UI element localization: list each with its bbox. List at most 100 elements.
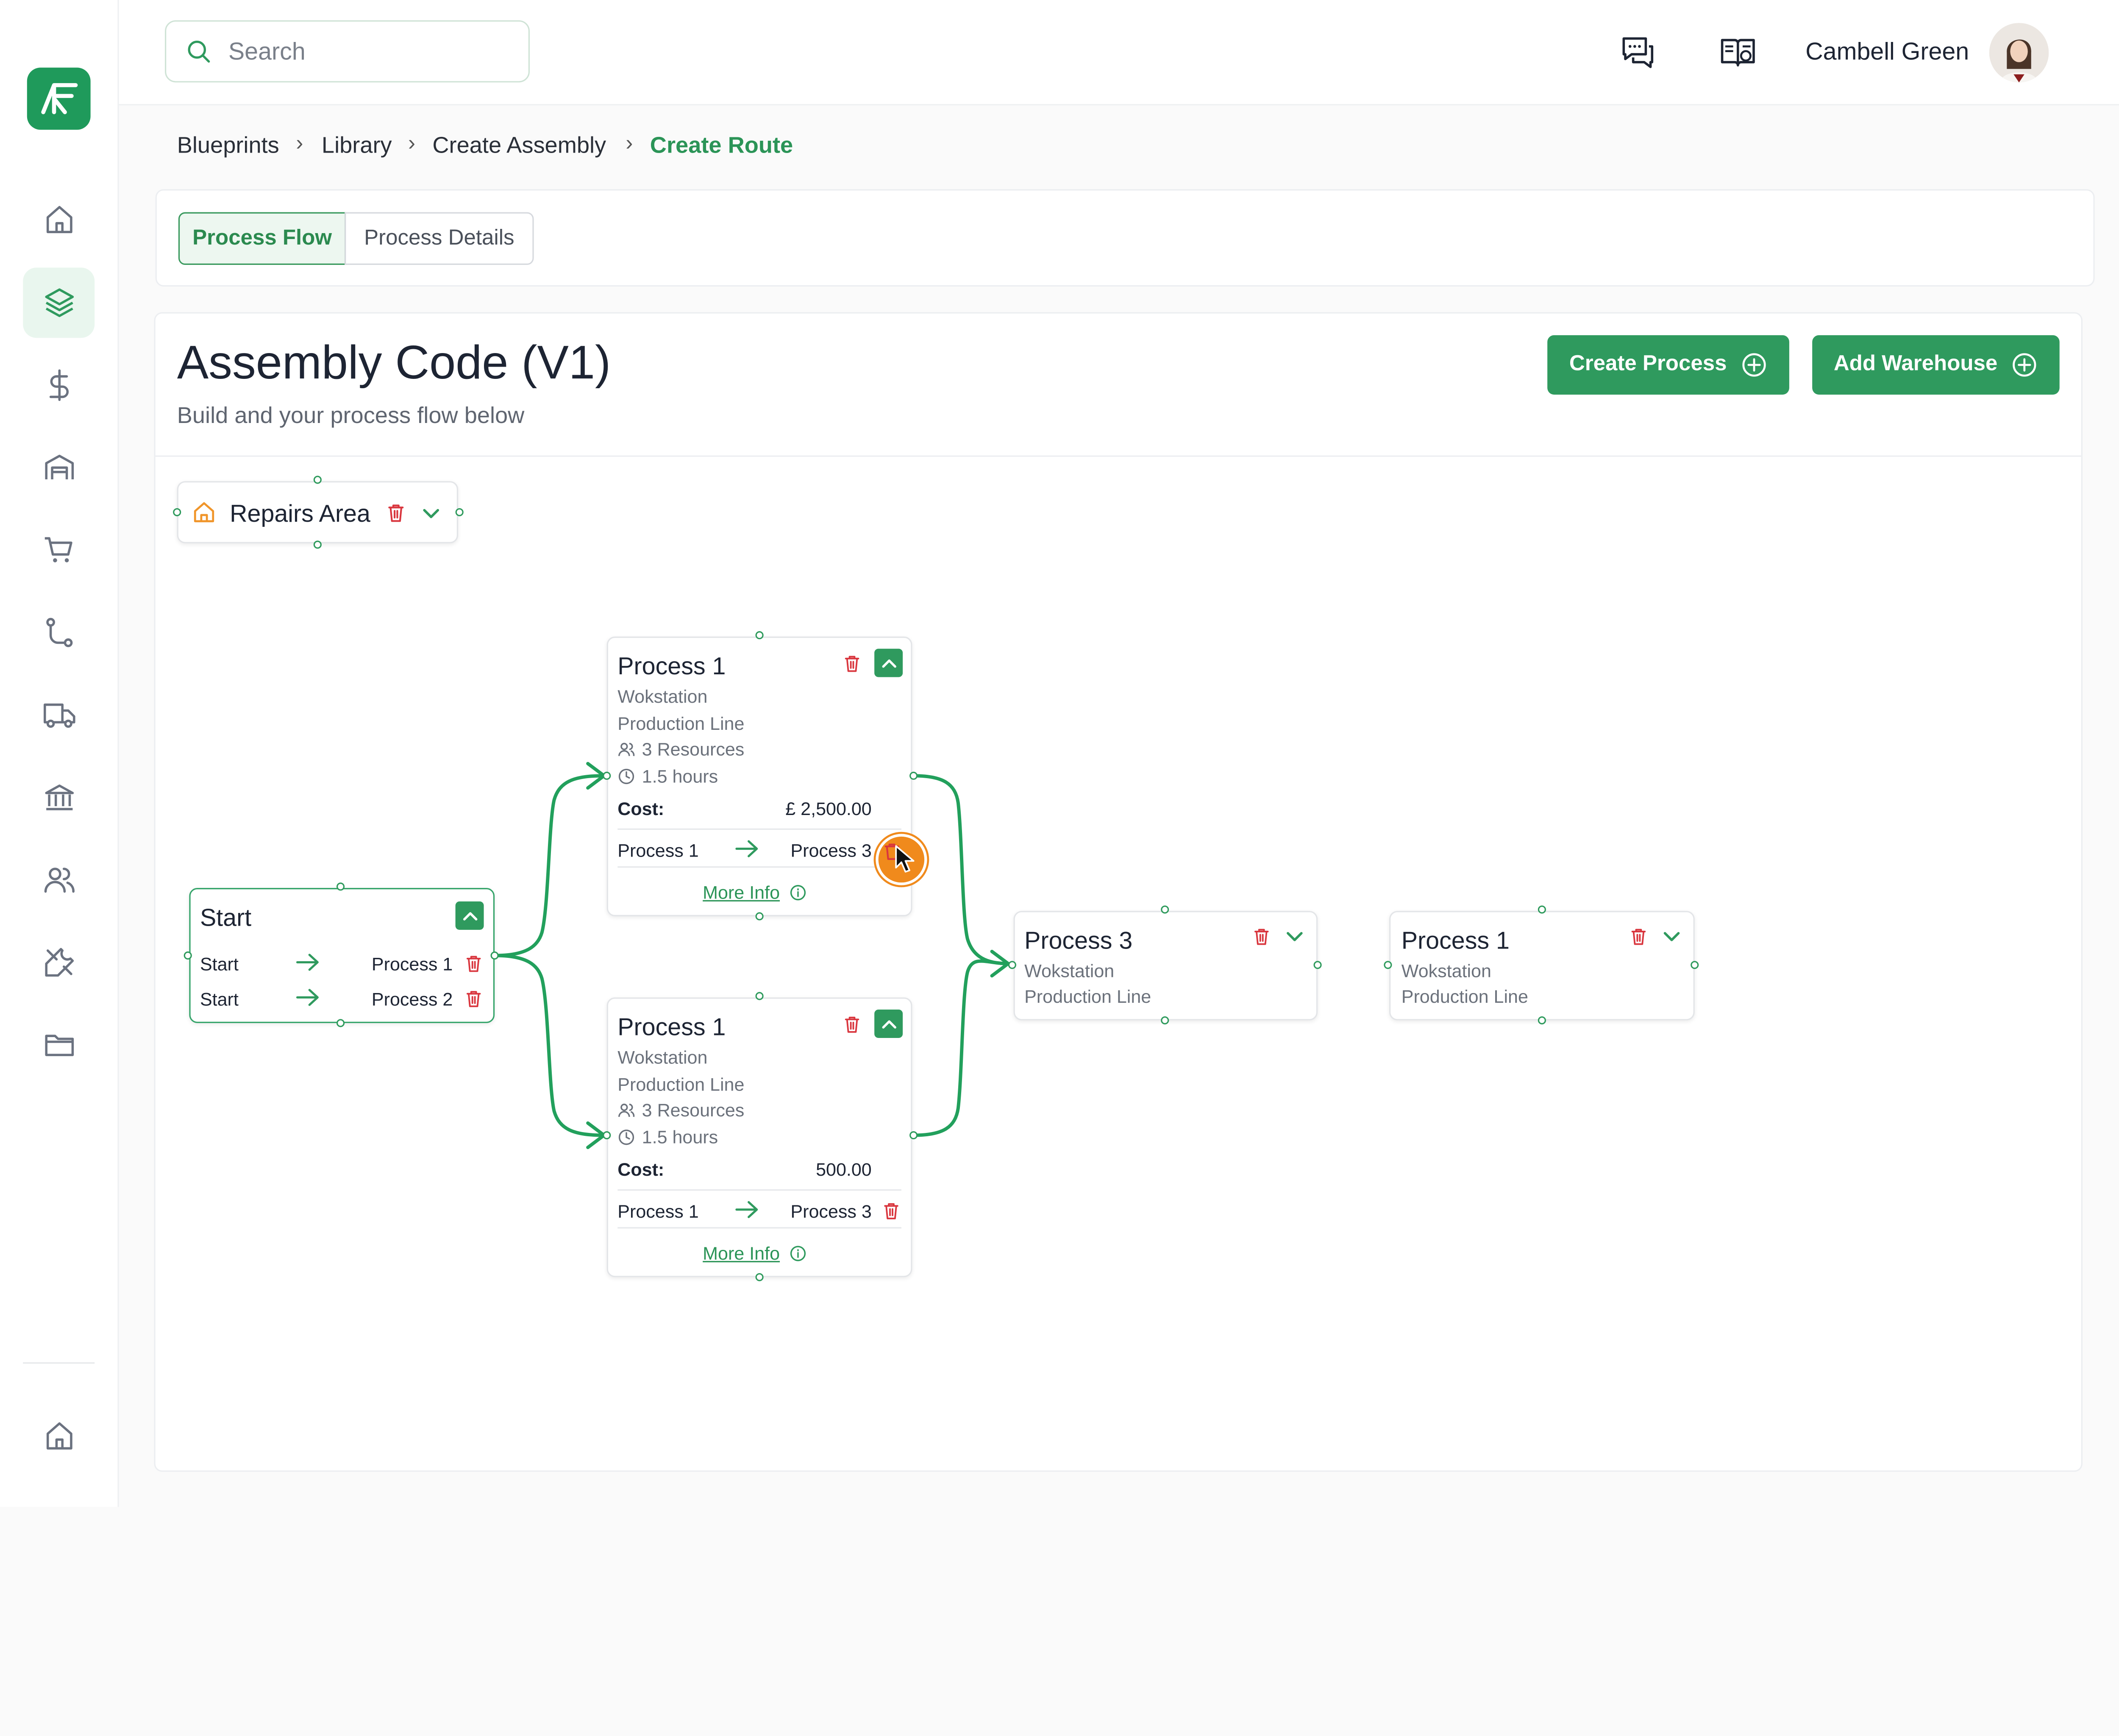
arrow-right-icon [296, 954, 319, 971]
mouse-pointer-icon [895, 845, 915, 873]
connection-handle[interactable] [336, 882, 345, 891]
users-icon [618, 1104, 635, 1117]
connection-handle[interactable] [1691, 961, 1699, 969]
resources-count: 3 Resources [642, 1100, 745, 1121]
production-line-label: Production Line [1024, 986, 1151, 1007]
link-to: Process 1 [371, 954, 453, 975]
connection-handle[interactable] [1313, 961, 1322, 969]
chevron-up-icon [881, 1019, 896, 1028]
cost-label: Cost: [617, 798, 665, 819]
connector-start-to-process1 [493, 774, 606, 957]
production-line-label: Production Line [617, 1074, 745, 1095]
info-icon [790, 885, 806, 901]
cost-value: 500.00 [816, 1159, 872, 1180]
divider [617, 866, 901, 868]
resources-count: 3 Resources [642, 739, 745, 760]
connection-handle[interactable] [455, 508, 464, 517]
process-node[interactable]: Process 1 Wokstation Production Line 3 R… [606, 636, 912, 916]
link-to: Process 3 [790, 840, 872, 861]
collapse-button[interactable] [455, 901, 484, 930]
connection-handle[interactable] [603, 771, 611, 780]
connection-handle[interactable] [755, 992, 764, 1000]
cursor-highlight [876, 834, 927, 885]
flow-connectors [493, 762, 1010, 1149]
start-node[interactable]: Start Start Process 1 Start Process 2 [189, 888, 495, 1023]
warehouse-node-repairs[interactable]: Repairs Area [177, 481, 458, 543]
trash-icon[interactable] [465, 989, 482, 1008]
warehouse-label: Repairs Area [230, 500, 370, 527]
more-info-link[interactable]: More Info [703, 882, 780, 903]
workstation-label: Wokstation [617, 1047, 708, 1068]
link-to: Process 3 [790, 1201, 872, 1222]
chevron-down-icon[interactable] [1284, 926, 1305, 947]
chevron-up-icon [881, 659, 896, 667]
process-title: Process 1 [1401, 927, 1510, 954]
connection-handle[interactable] [909, 771, 918, 780]
connection-handle[interactable] [755, 1273, 764, 1281]
more-info-link[interactable]: More Info [703, 1244, 780, 1264]
clock-icon [618, 1130, 634, 1145]
link-from: Process 1 [617, 840, 699, 861]
connection-handle[interactable] [755, 631, 764, 640]
chevron-up-icon [462, 911, 477, 920]
duration: 1.5 hours [642, 1127, 718, 1148]
connector-process1-to-process3 [912, 774, 1010, 965]
process-title: Process 1 [617, 653, 726, 680]
production-line-label: Production Line [1401, 986, 1528, 1007]
process-node[interactable]: Process 1 Wokstation Production Line [1389, 911, 1695, 1021]
divider [617, 1227, 901, 1229]
start-node-title: Start [200, 904, 252, 932]
workstation-label: Wokstation [1024, 961, 1115, 982]
trash-icon[interactable] [1253, 927, 1270, 946]
collapse-button[interactable] [874, 1010, 903, 1038]
process-node[interactable]: Process 1 Wokstation Production Line 3 R… [606, 997, 912, 1277]
arrow-right-icon [735, 840, 758, 857]
connection-handle[interactable] [490, 951, 499, 960]
connection-handle[interactable] [1161, 1016, 1169, 1025]
process-title: Process 3 [1024, 927, 1133, 954]
process-title: Process 1 [617, 1013, 726, 1041]
divider [617, 828, 901, 830]
trash-icon[interactable] [465, 954, 482, 973]
link-from: Start [200, 989, 239, 1010]
process-node[interactable]: Process 3 Wokstation Production Line [1013, 911, 1318, 1021]
connection-handle[interactable] [184, 951, 192, 960]
trash-icon[interactable] [843, 654, 861, 673]
connection-handle[interactable] [603, 1131, 611, 1140]
connection-handle[interactable] [1538, 1016, 1546, 1025]
connection-handle[interactable] [313, 540, 322, 549]
warehouse-home-icon [194, 502, 214, 523]
workstation-label: Wokstation [617, 686, 708, 707]
trash-icon[interactable] [1630, 927, 1647, 946]
divider [617, 1189, 901, 1191]
connection-handle[interactable] [1538, 905, 1546, 914]
trash-icon[interactable] [882, 1202, 900, 1221]
connector-process2-to-process3 [912, 959, 1010, 1137]
trash-icon[interactable] [387, 503, 406, 523]
chevron-down-icon[interactable] [1661, 926, 1682, 947]
connection-handle[interactable] [909, 1131, 918, 1140]
connection-handle[interactable] [1384, 961, 1392, 969]
info-icon [790, 1246, 806, 1261]
connection-handle[interactable] [173, 508, 181, 517]
connection-handle[interactable] [336, 1019, 345, 1027]
trash-icon[interactable] [843, 1015, 861, 1034]
arrow-right-icon [296, 989, 319, 1006]
link-to: Process 2 [371, 989, 453, 1010]
chevron-down-icon[interactable] [420, 503, 442, 524]
arrow-right-icon [735, 1201, 758, 1219]
connector-start-to-process2 [493, 954, 606, 1137]
connection-handle[interactable] [1161, 905, 1169, 914]
cost-value: £ 2,500.00 [785, 798, 872, 819]
link-from: Start [200, 954, 239, 975]
collapse-button[interactable] [874, 648, 903, 677]
connection-handle[interactable] [313, 476, 322, 484]
cost-label: Cost: [617, 1159, 665, 1180]
link-from: Process 1 [617, 1201, 699, 1222]
users-icon [618, 743, 635, 757]
duration: 1.5 hours [642, 766, 718, 787]
connection-handle[interactable] [755, 912, 764, 921]
connection-handle[interactable] [1008, 961, 1016, 969]
clock-icon [618, 768, 634, 785]
production-line-label: Production Line [617, 713, 745, 734]
